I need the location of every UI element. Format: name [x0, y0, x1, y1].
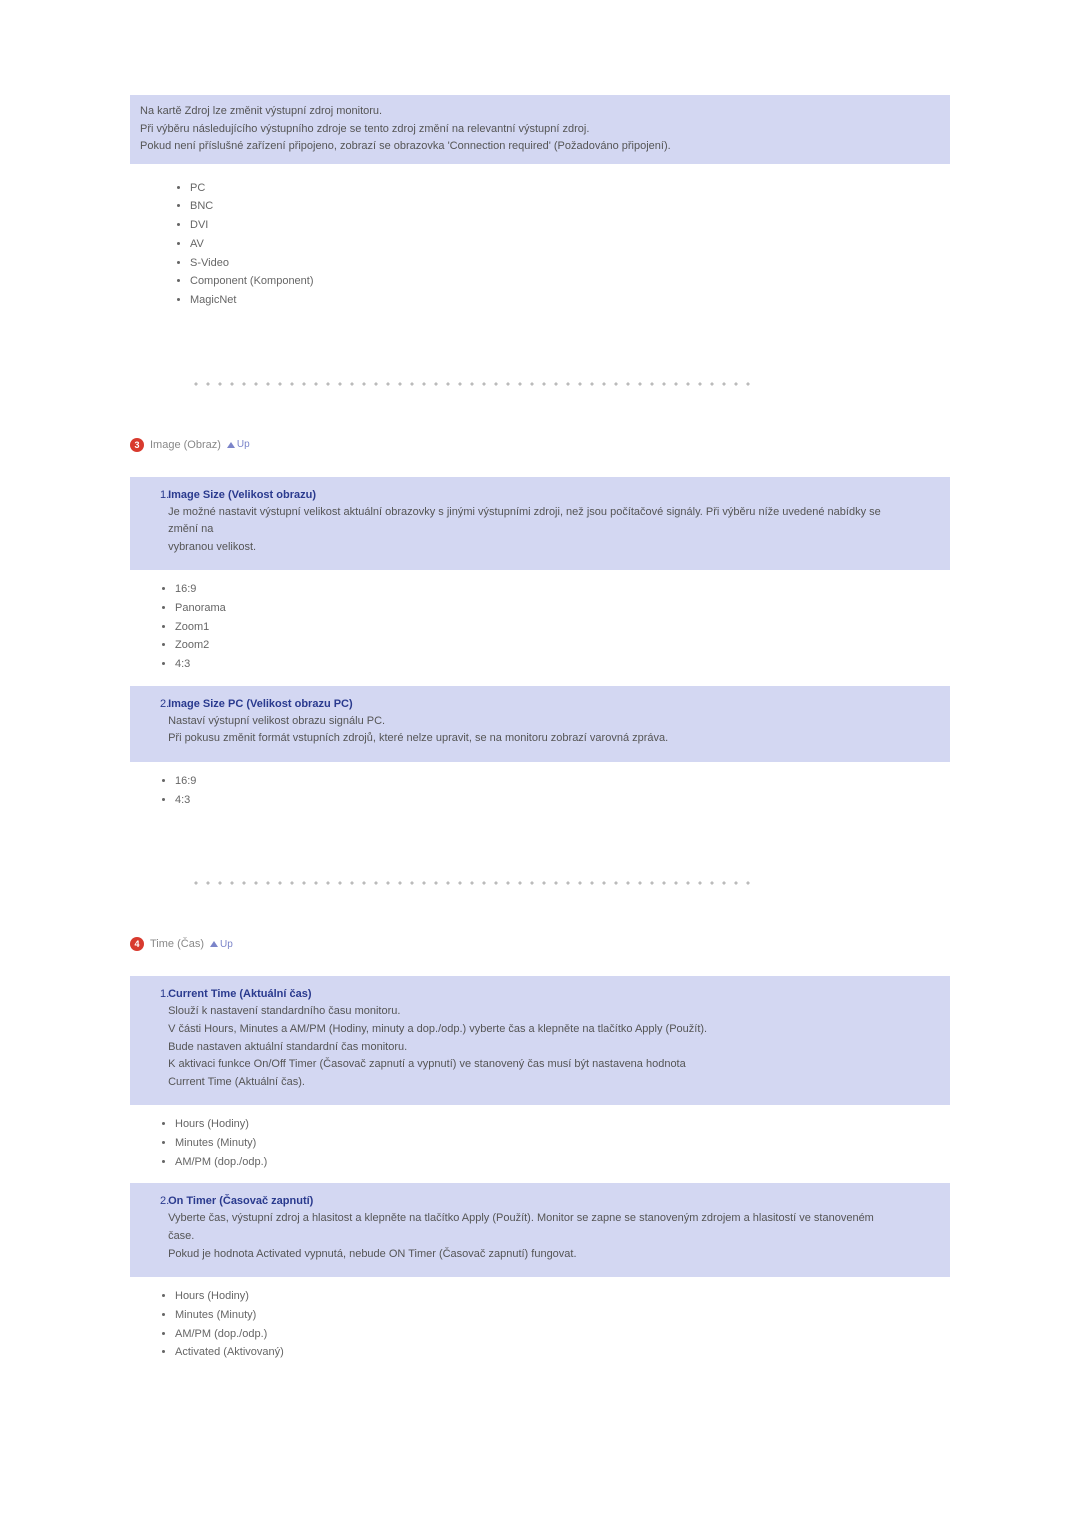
list-item: Hours (Hodiny): [175, 1287, 950, 1306]
item-desc: Pokud je hodnota Activated vypnutá, nebu…: [168, 1248, 576, 1260]
list-item: 4:3: [175, 791, 950, 810]
image-size-box: 1. Image Size (Velikost obrazu) Je možné…: [130, 477, 950, 571]
up-label: Up: [220, 939, 233, 950]
item-number: 2.: [145, 1195, 165, 1207]
up-link[interactable]: Up: [210, 939, 233, 950]
intro-line1: Na kartě Zdroj lze změnit výstupní zdroj…: [140, 103, 940, 121]
item-desc: Slouží k nastavení standardního času mon…: [168, 1005, 400, 1017]
list-item: AV: [190, 235, 950, 254]
list-item: AM/PM (dop./odp.): [175, 1153, 950, 1172]
image-size-options: 16:9 Panorama Zoom1 Zoom2 4:3: [130, 580, 950, 673]
list-item: AM/PM (dop./odp.): [175, 1325, 950, 1344]
item-title: Current Time (Aktuální čas): [168, 988, 903, 1000]
list-item: Hours (Hodiny): [175, 1115, 950, 1134]
list-item: DVI: [190, 216, 950, 235]
list-item: S-Video: [190, 254, 950, 273]
intro-line2: Při výběru následujícího výstupního zdro…: [140, 121, 940, 139]
on-timer-box: 2. On Timer (Časovač zapnutí) Vyberte ča…: [130, 1183, 950, 1277]
list-item: BNC: [190, 197, 950, 216]
source-intro: Na kartě Zdroj lze změnit výstupní zdroj…: [130, 95, 950, 164]
list-item: 16:9: [175, 772, 950, 791]
list-item: Minutes (Minuty): [175, 1134, 950, 1153]
badge-icon: 3: [130, 438, 144, 452]
item-desc: Current Time (Aktuální čas).: [168, 1076, 305, 1088]
list-item: PC: [190, 179, 950, 198]
image-size-pc-options: 16:9 4:3: [130, 772, 950, 809]
item-desc: Je možné nastavit výstupní velikost aktu…: [168, 506, 881, 536]
item-title: Image Size PC (Velikost obrazu PC): [168, 698, 903, 710]
section-title: Time (Čas): [150, 938, 204, 950]
list-item: Activated (Aktivovaný): [175, 1343, 950, 1362]
triangle-up-icon: [210, 941, 218, 947]
triangle-up-icon: [227, 442, 235, 448]
list-item: Panorama: [175, 599, 950, 618]
up-label: Up: [237, 439, 250, 450]
section-title: Image (Obraz): [150, 439, 221, 451]
source-list: PC BNC DVI AV S-Video Component (Kompone…: [130, 179, 950, 310]
item-number: 2.: [145, 698, 165, 710]
item-desc: Nastaví výstupní velikost obrazu signálu…: [168, 715, 385, 727]
item-desc: Při pokusu změnit formát vstupních zdroj…: [168, 732, 668, 744]
section-divider: [190, 879, 750, 887]
badge-icon: 4: [130, 937, 144, 951]
current-time-options: Hours (Hodiny) Minutes (Minuty) AM/PM (d…: [130, 1115, 950, 1171]
item-title: On Timer (Časovač zapnutí): [168, 1195, 903, 1207]
up-link[interactable]: Up: [227, 439, 250, 450]
list-item: Component (Komponent): [190, 272, 950, 291]
item-title: Image Size (Velikost obrazu): [168, 489, 903, 501]
section-time-header: 4 Time (Čas) Up: [130, 937, 950, 951]
on-timer-options: Hours (Hodiny) Minutes (Minuty) AM/PM (d…: [130, 1287, 950, 1362]
item-desc: vybranou velikost.: [168, 541, 256, 553]
intro-line3: Pokud není příslušné zařízení připojeno,…: [140, 138, 940, 156]
list-item: Minutes (Minuty): [175, 1306, 950, 1325]
item-desc: K aktivaci funkce On/Off Timer (Časovač …: [168, 1058, 686, 1070]
item-desc: Bude nastaven aktuální standardní čas mo…: [168, 1041, 407, 1053]
item-desc: Vyberte čas, výstupní zdroj a hlasitost …: [168, 1212, 874, 1242]
list-item: 16:9: [175, 580, 950, 599]
item-number: 1.: [145, 489, 165, 501]
list-item: Zoom2: [175, 636, 950, 655]
list-item: MagicNet: [190, 291, 950, 310]
section-divider: [190, 380, 750, 388]
item-number: 1.: [145, 988, 165, 1000]
image-size-pc-box: 2. Image Size PC (Velikost obrazu PC) Na…: [130, 686, 950, 762]
item-desc: V části Hours, Minutes a AM/PM (Hodiny, …: [168, 1023, 707, 1035]
list-item: 4:3: [175, 655, 950, 674]
current-time-box: 1. Current Time (Aktuální čas) Slouží k …: [130, 976, 950, 1105]
section-image-header: 3 Image (Obraz) Up: [130, 438, 950, 452]
list-item: Zoom1: [175, 618, 950, 637]
